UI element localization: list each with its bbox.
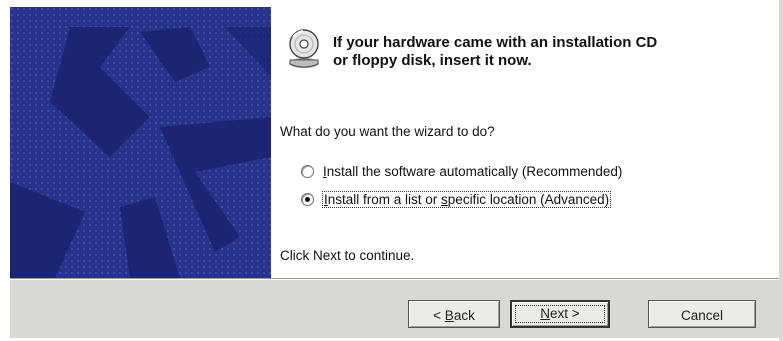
continue-hint: Click Next to continue. (280, 248, 415, 263)
option-label-automatic-rest: nstall the software automatically (Recom… (326, 164, 623, 179)
headline-line-1: If your hardware came with an installati… (333, 34, 658, 51)
back-label-rest: ack (453, 308, 475, 323)
option-label-from-list: Install from a list or specific location… (321, 191, 612, 208)
banner-graphic (10, 7, 271, 278)
option-label-part2: pecific location (Advanced) (447, 192, 610, 207)
window-right-edge (779, 0, 783, 341)
wizard-headline: If your hardware came with an installati… (333, 34, 773, 70)
cancel-button[interactable]: Cancel (648, 300, 756, 328)
wizard-content: If your hardware came with an installati… (271, 7, 779, 278)
back-mnemonic: B (444, 308, 454, 323)
headline-line-2: or floppy disk, insert it now. (333, 52, 532, 69)
wizard-question: What do you want the wizard to do? (280, 124, 495, 139)
next-mnemonic: N (540, 306, 551, 321)
option-install-from-list[interactable]: Install from a list or specific location… (301, 191, 612, 208)
radio-install-from-list[interactable] (301, 193, 314, 206)
option-label-automatic: Install the software automatically (Reco… (323, 164, 622, 179)
next-button[interactable]: Next > (510, 300, 610, 328)
option-label-part1: nstall from a list or (327, 192, 442, 207)
next-label-rest: ext > (550, 306, 580, 321)
radio-install-automatically[interactable] (301, 165, 314, 178)
mnemonic-s: s (441, 192, 448, 207)
next-focus-rect: Next > (515, 305, 605, 323)
option-install-automatically[interactable]: Install the software automatically (Reco… (301, 164, 622, 179)
wizard-banner-art (10, 7, 271, 278)
back-prefix: < (433, 308, 445, 323)
back-button[interactable]: < Back (408, 300, 500, 328)
cd-disk-icon (285, 27, 325, 71)
wizard-window: If your hardware came with an installati… (0, 0, 783, 341)
